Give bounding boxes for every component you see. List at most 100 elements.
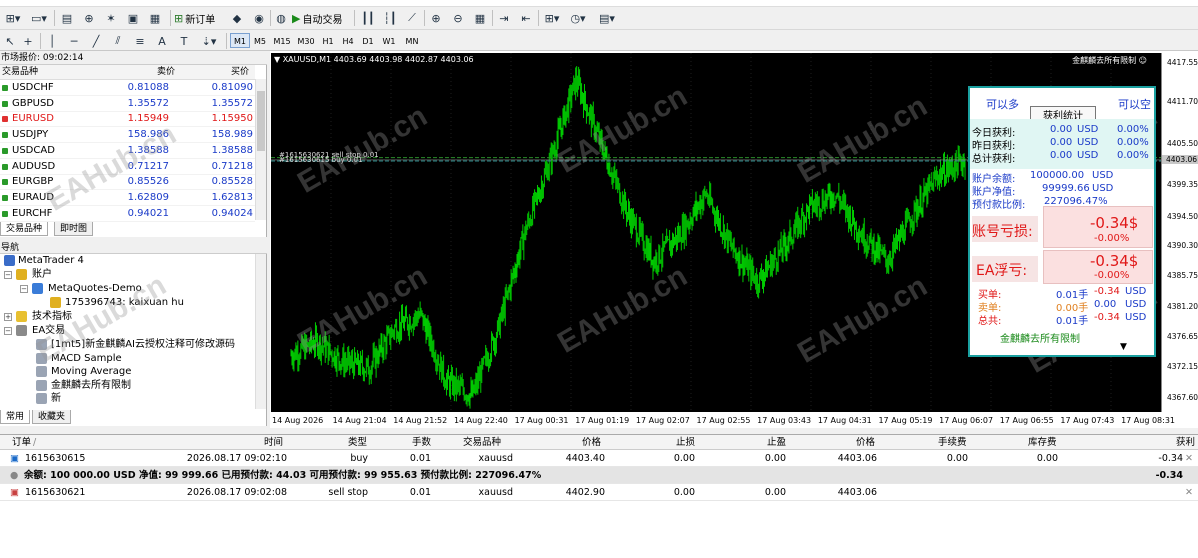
line-chart-icon[interactable]: ⟋ xyxy=(402,9,422,27)
timeframe-h1[interactable]: H1 xyxy=(318,33,338,48)
order-sl: 0.00 xyxy=(673,487,695,498)
vertical-line-icon[interactable]: │ xyxy=(44,32,60,50)
time-axis[interactable]: 14 Aug 2026 14 Aug 21:04 14 Aug 21:52 14 Au… xyxy=(271,412,1175,428)
col-symbol[interactable]: 交易品种 xyxy=(463,435,501,450)
col-swap[interactable]: 库存费 xyxy=(1028,435,1057,450)
terminal-panel: 订单 / 时间 类型 手数 交易品种 价格 止损 止盈 价格 手续费 库存费 获… xyxy=(0,434,1198,558)
tile-windows-icon[interactable]: ▦ xyxy=(470,9,490,27)
collapse-arrow-icon[interactable]: ▼ xyxy=(1120,342,1127,352)
collapse-icon[interactable]: − xyxy=(4,271,12,279)
zoom-out-icon[interactable]: ⊖ xyxy=(448,9,468,27)
col-time[interactable]: 时间 xyxy=(264,435,283,450)
channel-icon[interactable]: ⫽ xyxy=(110,32,126,50)
timeframe-m5[interactable]: M5 xyxy=(250,33,270,48)
col-ask[interactable]: 买价 xyxy=(231,65,249,80)
price-tick: 4372.15 xyxy=(1167,362,1198,372)
auto-trading-button[interactable]: ▶ 自动交易 xyxy=(292,9,350,27)
periods-icon[interactable]: ◷▾ xyxy=(566,9,590,27)
text-tool-icon[interactable]: A xyxy=(154,32,170,50)
signals-icon[interactable]: ◉ xyxy=(250,9,268,27)
time-tick: 14 Aug 2026 xyxy=(272,416,324,425)
profiles-icon[interactable]: ▭▾ xyxy=(28,9,50,27)
close-order-icon[interactable]: ✕ xyxy=(1185,450,1193,467)
chart-shift-icon[interactable]: ⇤ xyxy=(516,9,536,27)
crosshair-icon[interactable]: + xyxy=(20,32,36,50)
bar-chart-icon[interactable]: ┃┃ xyxy=(358,9,378,27)
col-sl[interactable]: 止损 xyxy=(676,435,695,450)
candlestick-icon[interactable]: ┆┃ xyxy=(380,9,400,27)
price-axis[interactable]: 4417.55 4411.70 4405.50 4399.35 4394.50 4390.… xyxy=(1161,53,1198,412)
zoom-in-icon[interactable]: ⊕ xyxy=(426,9,446,27)
market-watch-row[interactable]: EURAUD 1.62809 1.62813 xyxy=(0,190,255,206)
tab-favorites[interactable]: 收藏夹 xyxy=(32,410,72,424)
account-loss-pct: -0.00% xyxy=(1094,233,1130,244)
market-watch-icon[interactable]: ▤ xyxy=(58,9,76,27)
order-time: 2026.08.17 09:02:10 xyxy=(186,453,287,464)
ea-label: 金麒麟去所有限制 ☺ xyxy=(1072,56,1147,65)
menu-bar[interactable] xyxy=(0,0,1198,7)
tab-common[interactable]: 常用 xyxy=(0,410,31,424)
templates-icon[interactable]: ▤▾ xyxy=(592,9,622,27)
timeframe-mn[interactable]: MN xyxy=(400,33,424,48)
collapse-icon[interactable]: − xyxy=(20,285,28,293)
col-price[interactable]: 价格 xyxy=(582,435,601,450)
order-tp: 0.00 xyxy=(764,487,786,498)
market-watch-scrollbar[interactable] xyxy=(255,79,266,220)
close-order-icon[interactable]: ✕ xyxy=(1185,484,1193,501)
arrows-tool-icon[interactable]: ⇣▾ xyxy=(198,32,220,50)
col-current-price[interactable]: 价格 xyxy=(856,435,875,450)
new-order-button[interactable]: ⊞ 新订单 xyxy=(174,9,224,27)
metaeditor-icon[interactable]: ◆ xyxy=(228,9,246,27)
new-chart-icon[interactable]: ⊞▾ xyxy=(2,9,24,27)
collapse-icon[interactable]: − xyxy=(4,327,12,335)
symbol-name: EURUSD xyxy=(12,113,54,125)
market-watch-row[interactable]: EURUSD 1.15949 1.15950 xyxy=(0,111,255,128)
auto-scroll-icon[interactable]: ⇥ xyxy=(494,9,514,27)
horizontal-line-icon[interactable]: ─ xyxy=(66,32,82,50)
account-loss-label: 账号亏损: xyxy=(972,224,1033,240)
timeframe-m15[interactable]: M15 xyxy=(270,33,294,48)
navigator-scrollbar[interactable] xyxy=(255,254,266,409)
market-watch-row[interactable]: EURCHF 0.94021 0.94024 xyxy=(0,206,255,222)
data-window-icon[interactable]: ⊕ xyxy=(80,9,98,27)
time-tick: 14 Aug 21:52 xyxy=(393,416,448,425)
tab-symbols[interactable]: 交易品种 xyxy=(0,222,49,236)
fibonacci-icon[interactable]: ≡ xyxy=(132,32,148,50)
timeframe-m1[interactable]: M1 xyxy=(230,33,250,48)
chart-menu-icon[interactable]: ▼ xyxy=(274,55,280,64)
indicators-icon[interactable]: ⊞▾ xyxy=(540,9,564,27)
order-row[interactable]: ▣ 1615630615 2026.08.17 09:02:10 buy 0.01 xau… xyxy=(0,450,1198,467)
price-tick: 4405.50 xyxy=(1167,138,1198,148)
price-up-icon xyxy=(2,132,8,139)
col-order[interactable]: 订单 xyxy=(12,435,31,450)
terminal-icon[interactable]: ▣ xyxy=(124,9,142,27)
col-lots[interactable]: 手数 xyxy=(412,435,431,450)
col-profit[interactable]: 获利 xyxy=(1176,435,1195,450)
timeframe-m30[interactable]: M30 xyxy=(294,33,318,48)
timeframe-d1[interactable]: D1 xyxy=(358,33,378,48)
expand-icon[interactable]: + xyxy=(4,313,12,321)
order-lots: 0.01 xyxy=(409,487,431,498)
col-tp[interactable]: 止盈 xyxy=(767,435,786,450)
trendline-icon[interactable]: ╱ xyxy=(88,32,104,50)
market-watch-row[interactable]: USDCHF 0.81088 0.81090 xyxy=(0,80,255,96)
market-icon[interactable]: ◍ xyxy=(272,9,290,27)
market-watch-row[interactable]: GBPUSD 1.35572 1.35572 xyxy=(0,96,255,112)
time-tick: 17 Aug 07:43 xyxy=(1060,416,1115,425)
ea-floating-loss-pct: -0.00% xyxy=(1094,270,1130,281)
market-watch-panel: 市场报价: 09:02:14 交易品种 卖价 买价 交易品种 即时图 USDCH… xyxy=(0,51,267,237)
col-type[interactable]: 类型 xyxy=(348,435,367,450)
strategy-tester-icon[interactable]: ▦ xyxy=(146,9,164,27)
timeframe-w1[interactable]: W1 xyxy=(378,33,400,48)
order-row[interactable]: ▣ 1615630621 2026.08.17 09:02:08 sell stop 0… xyxy=(0,484,1198,501)
label-tool-icon[interactable]: T xyxy=(176,32,192,50)
col-bid[interactable]: 卖价 xyxy=(157,65,175,80)
col-symbol[interactable]: 交易品种 xyxy=(2,65,38,80)
tab-tick-chart[interactable]: 即时图 xyxy=(54,222,94,236)
ask-price: 0.94024 xyxy=(211,207,253,219)
market-watch-header: 交易品种 卖价 买价 xyxy=(0,65,255,80)
timeframe-h4[interactable]: H4 xyxy=(338,33,358,48)
navigator-icon[interactable]: ✶ xyxy=(102,9,120,27)
cursor-icon[interactable]: ↖ xyxy=(2,32,18,50)
col-commission[interactable]: 手续费 xyxy=(938,435,967,450)
